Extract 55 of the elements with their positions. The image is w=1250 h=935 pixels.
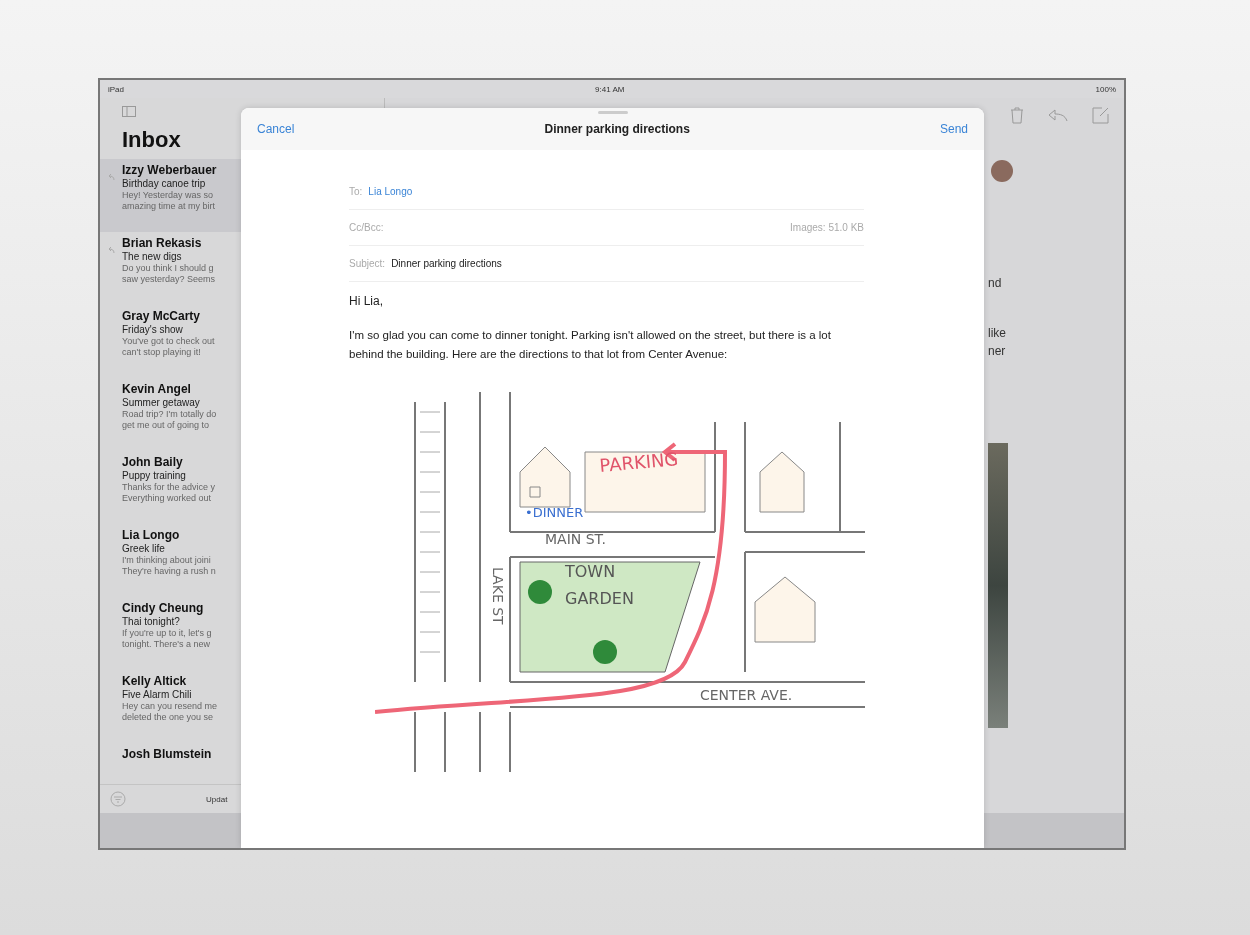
message-preview: tonight. There's a new [122, 639, 211, 649]
sender-name: John Baily [122, 455, 183, 469]
battery-level: 100% [1095, 84, 1116, 94]
update-status: Updat [206, 794, 228, 804]
message-text: ner [988, 344, 1006, 358]
message-body: I'm so glad you can come to dinner tonight. Parking isn't allowed on the street, but there is a lot behind the building. Here are the directions to that lot from Center Avenue: [349, 328, 832, 362]
map-label: •DINNER [525, 505, 584, 520]
sender-name: Kevin Angel [122, 382, 191, 396]
message-subject: Greek life [122, 543, 165, 554]
subject-label: Subject: [349, 258, 386, 269]
map-label: LAKE ST [490, 567, 506, 625]
map-label: MAIN ST. [545, 531, 606, 547]
message-preview: You've got to check out [122, 336, 215, 346]
compose-title: Dinner parking directions [544, 122, 690, 136]
message-subject: Five Alarm Chili [122, 689, 192, 700]
message-subject: Thai tonight? [122, 616, 180, 627]
map-label: TOWN [565, 562, 616, 581]
message-preview: Hey! Yesterday was so [122, 190, 214, 200]
message-preview: Everything worked out [122, 493, 212, 503]
message-preview: I'm thinking about joini [122, 555, 211, 565]
message-preview: They're having a rush n [122, 566, 216, 576]
message-text: like [988, 326, 1006, 340]
sender-name: Cindy Cheung [122, 601, 204, 615]
map-label: PARKING [598, 448, 680, 476]
greeting-text: Hi Lia, [349, 294, 384, 308]
message-preview: Do you think I should g [122, 263, 214, 273]
message-preview: get me out of going to [122, 420, 210, 430]
to-label: To: [349, 186, 363, 197]
message-preview: deleted the one you se [122, 712, 214, 722]
inbox-title: Inbox [122, 127, 181, 153]
attachment-size: Images: 51.0 KB [790, 222, 864, 233]
sender-name: Josh Blumstein [122, 747, 212, 761]
message-subject: Friday's show [122, 324, 183, 335]
message-subject: Birthday canoe trip [122, 178, 206, 189]
message-preview: can't stop playing it! [122, 347, 201, 357]
sender-name: Gray McCarty [122, 309, 201, 323]
message-subject: Puppy training [122, 470, 186, 481]
sender-name: Brian Rekasis [122, 236, 202, 250]
message-preview: If you're up to it, let's g [122, 628, 212, 638]
clock: 9:41 AM [595, 84, 625, 94]
message-text: nd [988, 276, 1002, 290]
map-label: GARDEN [565, 589, 634, 608]
device-name: iPad [108, 84, 124, 94]
message-subject: Summer getaway [122, 397, 200, 408]
message-subject: The new digs [122, 251, 182, 262]
sender-name: Izzy Weberbauer [122, 163, 217, 177]
sender-name: Kelly Altick [122, 674, 187, 688]
message-preview: amazing time at my birt [122, 201, 216, 211]
map-label: CENTER AVE. [700, 687, 793, 703]
message-preview: Hey can you resend me [122, 701, 218, 711]
sender-name: Lia Longo [122, 528, 180, 542]
message-preview: Road trip? I'm totally do [122, 409, 217, 419]
cc-bcc-label: Cc/Bcc: [349, 222, 384, 233]
message-preview: saw yesterday? Seems [122, 274, 216, 284]
message-preview: Thanks for the advice y [122, 482, 216, 492]
